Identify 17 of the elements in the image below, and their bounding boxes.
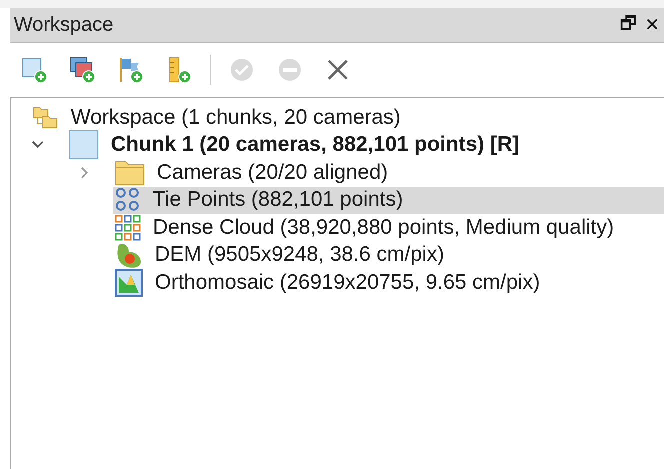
map-icon xyxy=(115,268,143,297)
elevation-icon xyxy=(115,241,143,270)
tree-item[interactable]: Chunk 1 (20 cameras, 882,101 points) [R] xyxy=(67,132,664,159)
tree-item[interactable]: Tie Points (882,101 points) xyxy=(113,186,664,214)
folders-icon xyxy=(33,106,59,130)
close-button[interactable]: ✕ xyxy=(640,10,664,40)
points-icon xyxy=(115,187,141,214)
tree-item[interactable]: Workspace (1 chunks, 20 cameras) xyxy=(31,104,664,132)
dense-points-icon xyxy=(115,214,141,241)
chunk-icon xyxy=(69,130,99,160)
tree-item[interactable]: DEM (9505x9248, 38.6 cm/pix) xyxy=(113,242,664,269)
tree-item[interactable]: Cameras (20/20 aligned) xyxy=(113,159,664,186)
folder-icon xyxy=(115,160,145,186)
float-button[interactable]: 🗗 xyxy=(616,10,641,40)
panel-title: Workspace xyxy=(13,14,114,36)
tree-item[interactable]: Orthomosaic (26919x20755, 9.65 cm/pix) xyxy=(113,269,664,296)
tree-item[interactable]: Dense Cloud (38,920,880 points, Medium quality) xyxy=(113,214,664,242)
